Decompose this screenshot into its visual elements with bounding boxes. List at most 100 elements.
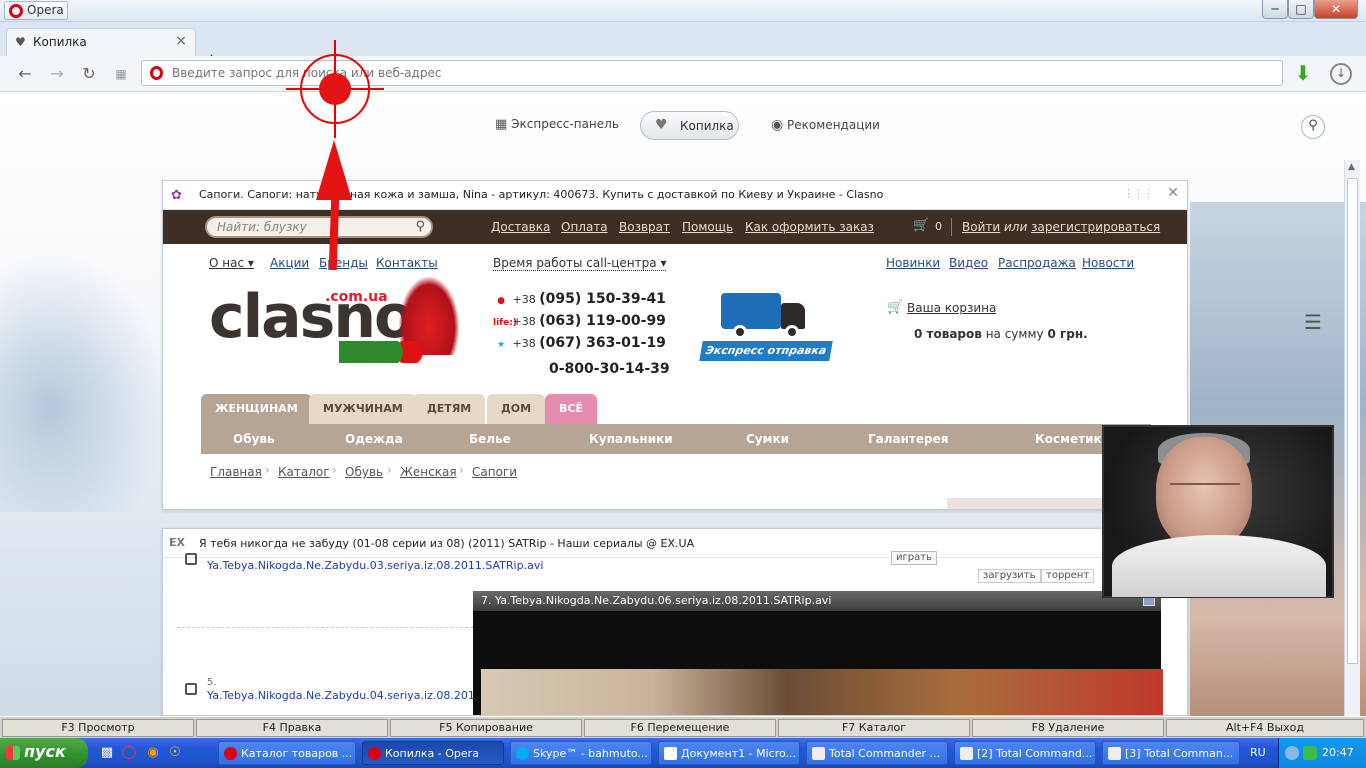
link-payment[interactable]: Оплата: [561, 220, 608, 234]
holly-decoration-icon: [339, 341, 427, 363]
stash-card-exua[interactable]: EX Я тебя никогда не забуду (01-08 серии…: [162, 528, 1188, 716]
reload-button[interactable]: ↻: [78, 63, 100, 85]
start-button[interactable]: пуск: [0, 738, 88, 768]
link-brands[interactable]: Бренды: [319, 256, 368, 270]
nav-recommendations[interactable]: ◉ Рекомендации: [771, 117, 880, 133]
taskbar-item-tc1[interactable]: Total Commander ...: [806, 741, 948, 765]
scrollbar-thumb[interactable]: [1347, 178, 1358, 664]
cart-icon[interactable]: 🛒: [913, 218, 929, 233]
phone-prefix: +38: [512, 293, 536, 306]
f6-move-button[interactable]: F6 Перемещение: [584, 719, 776, 737]
category-tab-kids[interactable]: ДЕТЯМ: [413, 394, 486, 424]
drag-handle-icon[interactable]: ⋮⋮⋮: [1123, 187, 1154, 200]
search-icon[interactable]: ⚲: [1301, 115, 1325, 139]
taskbar-item-tc2[interactable]: [2] Total Command...: [954, 741, 1096, 765]
taskbar-item-skype[interactable]: Skype™ - bahmuto...: [510, 741, 652, 765]
breadcrumb-catalog[interactable]: Каталог: [278, 465, 330, 479]
card-title[interactable]: Сапоги. Сапоги: натуральная кожа и замша…: [199, 188, 883, 201]
clasno-logo-domain: .com.ua: [325, 289, 388, 305]
f3-view-button[interactable]: F3 Просмотр: [2, 719, 194, 737]
download-arrow-icon[interactable]: ⬇: [1292, 61, 1314, 85]
subcat-swimwear[interactable]: Купальники: [589, 432, 673, 446]
file-link[interactable]: Ya.Tebya.Nikogda.Ne.Zabydu.04.seriya.iz.…: [207, 689, 482, 702]
taskbar-item-catalog[interactable]: Каталог товаров ...: [218, 741, 356, 765]
minimize-button[interactable]: ─: [1262, 0, 1288, 19]
taskbar-item-stash-opera[interactable]: Копилка - Opera: [362, 741, 504, 765]
download-button[interactable]: загрузить: [978, 569, 1041, 583]
login-link[interactable]: Войти: [962, 220, 1000, 234]
link-video[interactable]: Видео: [949, 256, 988, 270]
forward-button[interactable]: →: [46, 63, 68, 85]
page-scrollbar[interactable]: ▲: [1344, 160, 1360, 716]
breadcrumb-home[interactable]: Главная: [210, 465, 262, 479]
subcat-cosmetics[interactable]: Косметика: [1035, 432, 1110, 446]
breadcrumb-shoes[interactable]: Обувь: [345, 465, 383, 479]
link-how-to-order[interactable]: Как оформить заказ: [745, 220, 874, 234]
nav-express-label: Экспресс-панель: [511, 117, 619, 131]
phone-line-1: ● +38 (095) 150-39-41: [493, 291, 666, 307]
link-contacts[interactable]: Контакты: [376, 256, 438, 270]
f5-copy-button[interactable]: F5 Копирование: [390, 719, 582, 737]
downloads-circle-icon[interactable]: ↓: [1330, 63, 1352, 85]
link-return[interactable]: Возврат: [619, 220, 670, 234]
basket-icon: 🛒: [887, 300, 904, 315]
card-title[interactable]: Я тебя никогда не забуду (01-08 серии из…: [199, 537, 694, 550]
taskbar-item-tc3[interactable]: [3] Total Comman...: [1102, 741, 1240, 765]
f7-mkdir-button[interactable]: F7 Каталог: [778, 719, 970, 737]
stash-card-clasno[interactable]: ✿ Сапоги. Сапоги: натуральная кожа и зам…: [162, 180, 1188, 510]
subcat-accessories[interactable]: Галантерея: [868, 432, 948, 446]
site-search-input[interactable]: Найти: блузку ⚲: [205, 216, 433, 238]
category-tab-all[interactable]: ВСЁ: [545, 394, 597, 424]
torrent-button[interactable]: торрент: [1041, 569, 1095, 583]
hamburger-menu-icon[interactable]: ☰: [1304, 310, 1322, 334]
link-new[interactable]: Новинки: [886, 256, 940, 270]
breadcrumb-women[interactable]: Женская: [400, 465, 457, 479]
subcat-bags[interactable]: Сумки: [746, 432, 789, 446]
express-delivery-banner[interactable]: Экспресс отправка: [699, 285, 833, 365]
scroll-up-icon[interactable]: ▲: [1348, 162, 1355, 172]
nav-express-panel[interactable]: ▦ Экспресс-панель: [495, 117, 619, 132]
maximize-button[interactable]: □: [1288, 0, 1314, 19]
video-player[interactable]: 7. Ya.Tebya.Nikogda.Ne.Zabydu.06.seriya.…: [473, 591, 1163, 715]
nav-stash[interactable]: ♥ Копилка: [640, 111, 739, 140]
back-arrow-tray-icon[interactable]: [1285, 746, 1299, 760]
chrome-quicklaunch-icon[interactable]: ☉: [166, 744, 184, 762]
category-tab-women[interactable]: ЖЕНЩИНАМ: [201, 394, 312, 424]
security-tray-icon[interactable]: [1303, 746, 1317, 760]
cart-sum-label: на сумму: [985, 327, 1044, 341]
f8-delete-button[interactable]: F8 Удаление: [972, 719, 1164, 737]
subcat-underwear[interactable]: Белье: [469, 432, 511, 446]
close-window-button[interactable]: ✕: [1314, 0, 1358, 19]
altf4-exit-button[interactable]: Alt+F4 Выход: [1166, 719, 1364, 737]
file-link[interactable]: Ya.Tebya.Nikogda.Ne.Zabydu.03.seriya.iz.…: [207, 559, 543, 572]
nav-recommendations-label: Рекомендации: [787, 118, 880, 132]
register-link[interactable]: зарегистрироваться: [1031, 220, 1160, 234]
speed-dial-grid-icon[interactable]: ▦: [110, 63, 132, 85]
taskbar-item-word[interactable]: Документ1 - Micro...: [658, 741, 800, 765]
back-button[interactable]: ←: [14, 63, 36, 85]
play-button[interactable]: играть: [891, 551, 937, 565]
link-delivery[interactable]: Доставка: [491, 220, 550, 234]
firefox-quicklaunch-icon[interactable]: ◉: [144, 744, 162, 762]
tab-stash[interactable]: ♥ Копилка ×: [6, 28, 196, 56]
category-tab-men[interactable]: МУЖЧИНАМ: [309, 394, 417, 424]
f4-edit-button[interactable]: F4 Правка: [196, 719, 388, 737]
tab-close-icon[interactable]: ×: [175, 33, 187, 49]
call-center-hours[interactable]: Время работы call-центра ▾: [493, 256, 667, 271]
language-indicator[interactable]: RU: [1250, 746, 1266, 759]
subcat-shoes[interactable]: Обувь: [233, 432, 275, 446]
cart-link[interactable]: Ваша корзина: [907, 301, 996, 315]
opera-quicklaunch-icon[interactable]: ◯: [120, 744, 138, 762]
opera-menu-button[interactable]: Opera: [4, 1, 68, 20]
search-icon[interactable]: ⚲: [415, 219, 425, 234]
link-about[interactable]: О нас ▾: [209, 256, 254, 270]
show-desktop-icon[interactable]: ▩: [98, 744, 116, 762]
subcat-clothing[interactable]: Одежда: [345, 432, 403, 446]
breadcrumb-boots[interactable]: Сапоги: [472, 465, 517, 479]
link-sale[interactable]: Распродажа: [998, 256, 1076, 270]
link-help[interactable]: Помощь: [682, 220, 733, 234]
category-tab-home[interactable]: ДОМ: [487, 394, 546, 424]
card-close-icon[interactable]: ✕: [1167, 185, 1179, 201]
link-news[interactable]: Новости: [1082, 256, 1134, 270]
link-promos[interactable]: Акции: [270, 256, 309, 270]
